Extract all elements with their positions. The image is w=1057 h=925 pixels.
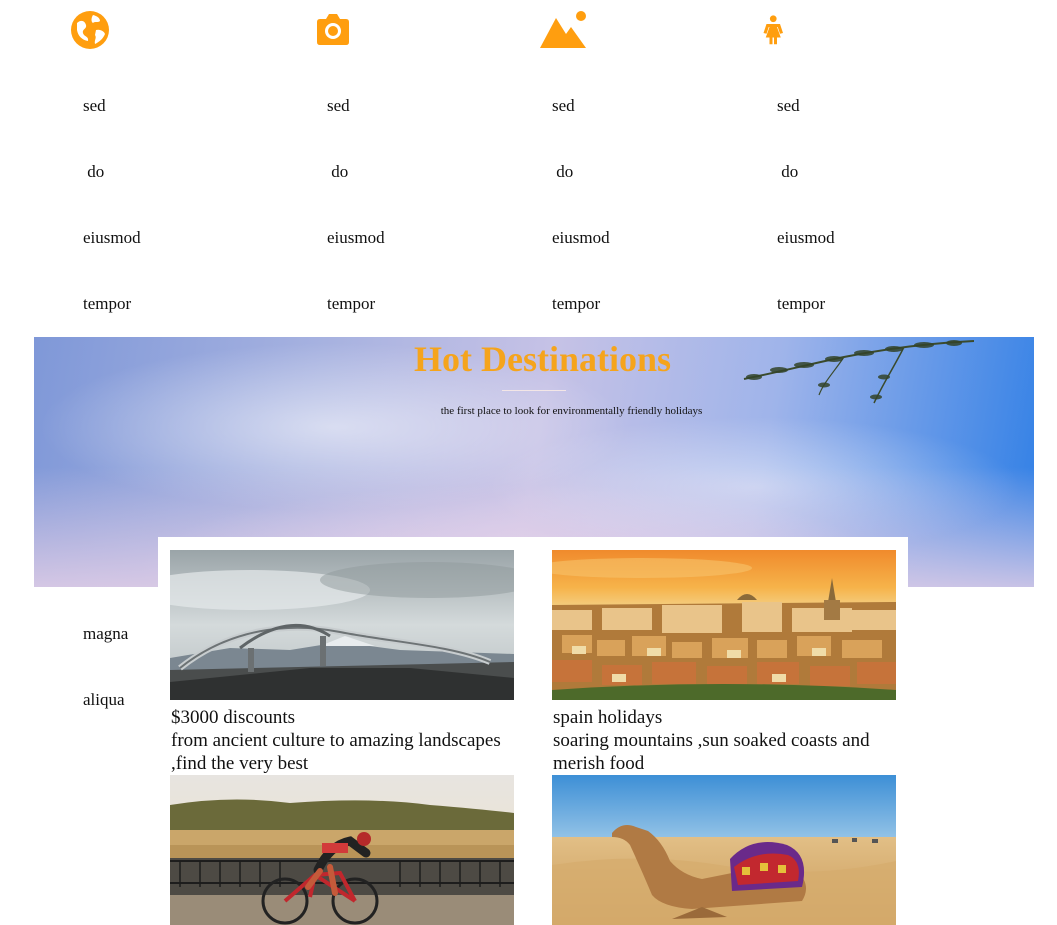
feature-word: sed [327, 96, 350, 115]
camera-icon [317, 14, 349, 45]
cyclist-photo [170, 775, 514, 925]
feature-word: sed [552, 96, 575, 115]
hero-title: Hot Destinations [413, 339, 671, 379]
feature-word: do [83, 162, 105, 181]
feature-word: sed [83, 96, 106, 115]
destinations-panel: $3000 discounts from ancient culture to … [158, 537, 908, 925]
person-icon [763, 15, 783, 45]
feature-word: tempor [83, 294, 132, 313]
destination-card[interactable] [552, 775, 896, 925]
feature-word: eiusmod [83, 228, 141, 247]
feature-word: sed [777, 96, 800, 115]
globe-icon [71, 11, 109, 49]
destination-card[interactable]: $3000 discounts from ancient culture to … [170, 550, 514, 775]
card-title[interactable]: spain holidays [553, 706, 896, 729]
feature-word: do [327, 162, 349, 181]
feature-word: eiusmod [327, 228, 385, 247]
spain-city-photo [552, 550, 896, 700]
destination-card[interactable]: spain holidays soaring mountains ,sun so… [552, 550, 896, 775]
card-title[interactable]: $3000 discounts [171, 706, 514, 729]
title-divider [502, 390, 566, 391]
feature-word: do [777, 162, 799, 181]
card-description: soaring mountains ,sun soaked coasts and… [553, 730, 870, 774]
feature-word: tempor [327, 294, 376, 313]
feature-word: eiusmod [552, 228, 610, 247]
camel-desert-photo [552, 775, 896, 925]
feature-word: eiusmod [777, 228, 835, 247]
feature-word: do [552, 162, 574, 181]
bridge-photo [170, 550, 514, 700]
destination-card[interactable] [170, 775, 514, 925]
hero-subtitle: the first place to look for environmenta… [440, 405, 703, 417]
feature-word: tempor [777, 294, 826, 313]
feature-word: tempor [552, 294, 601, 313]
card-description: from ancient culture to amazing landscap… [171, 730, 501, 774]
landscape-icon [540, 11, 586, 48]
